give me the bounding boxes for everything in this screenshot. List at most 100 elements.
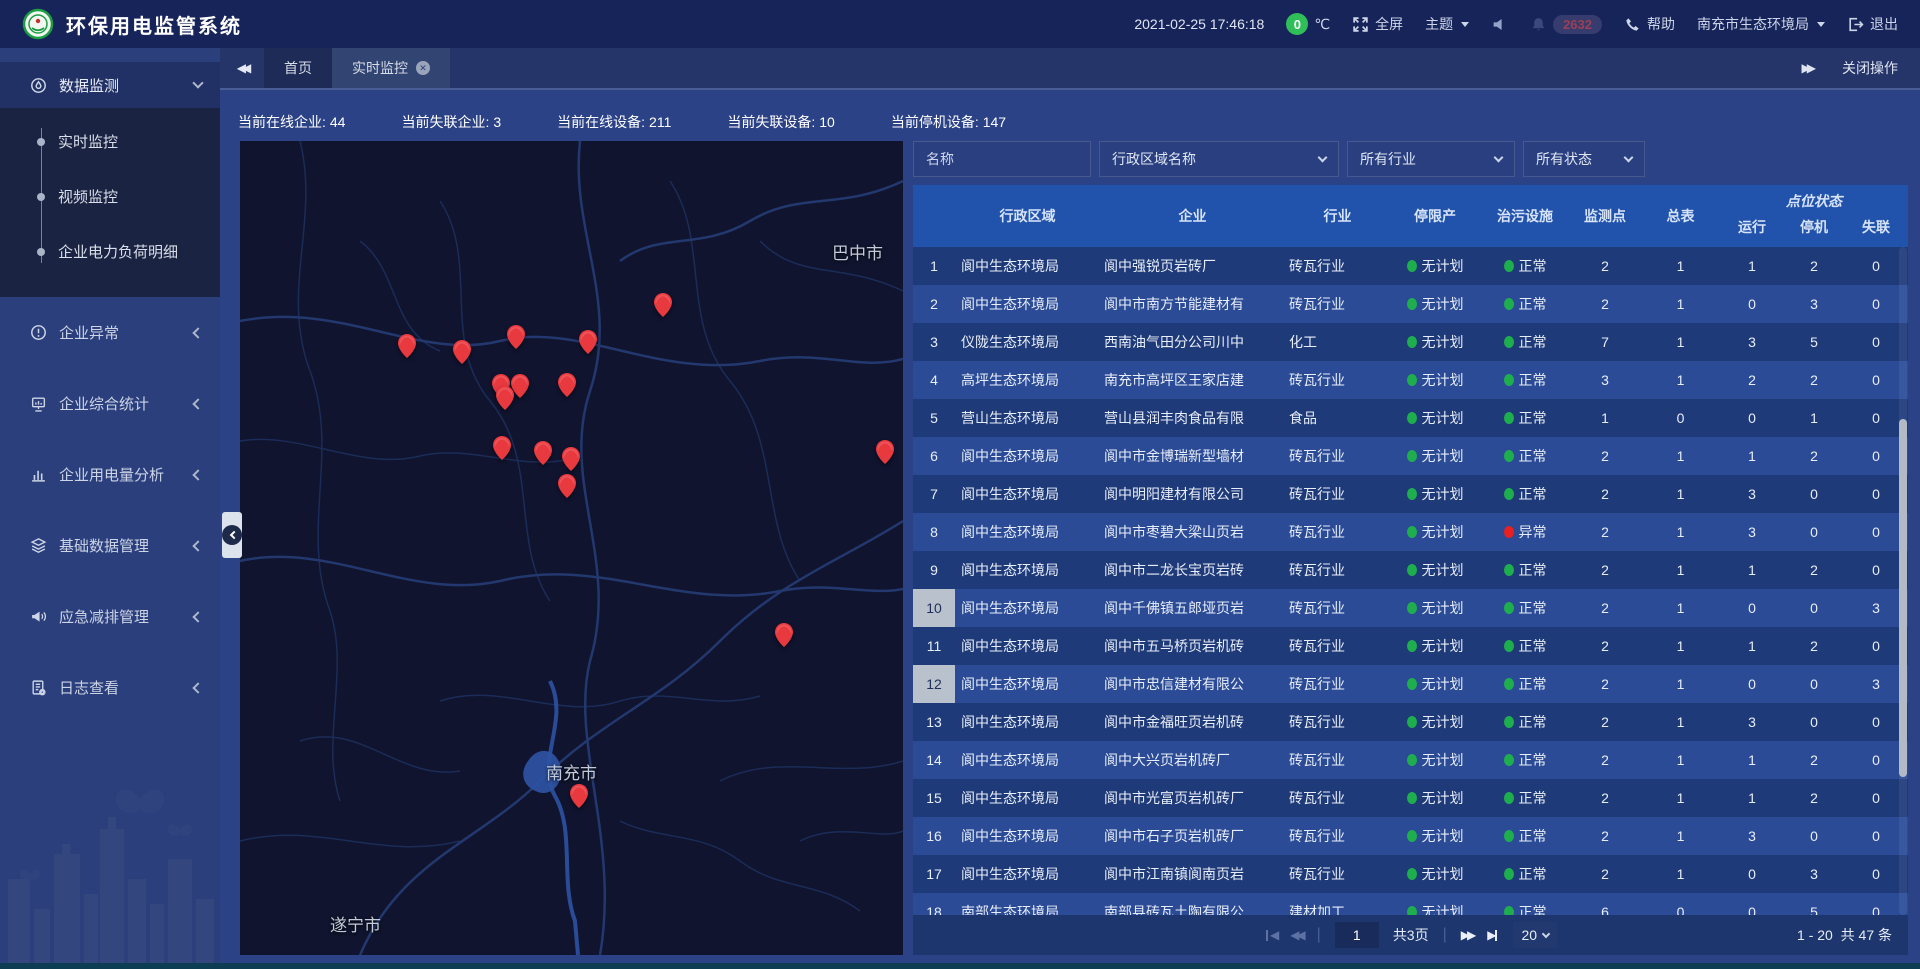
- table-row[interactable]: 1 阆中生态环境局 阆中强锐页岩砖厂 砖瓦行业 无计划 正常 2 1 1 2 0: [913, 247, 1908, 285]
- row-stopped-count: 3: [1783, 285, 1845, 323]
- row-facility-status: 正常: [1480, 589, 1570, 627]
- map-marker-pin[interactable]: [570, 784, 588, 808]
- tabs-scroll-right-button[interactable]: ▶▶: [1802, 61, 1816, 75]
- industry-filter-select[interactable]: 所有行业: [1347, 141, 1515, 177]
- table-row[interactable]: 4 高坪生态环境局 南充市高坪区王家店建 砖瓦行业 无计划 正常 3 1 2 2…: [913, 361, 1908, 399]
- table-row[interactable]: 15 阆中生态环境局 阆中市光富页岩机砖厂 砖瓦行业 无计划 正常 2 1 1 …: [913, 779, 1908, 817]
- table-row[interactable]: 11 阆中生态环境局 阆中市五马桥页岩机砖 砖瓦行业 无计划 正常 2 1 1 …: [913, 627, 1908, 665]
- sidebar-subitem-realtime-monitor[interactable]: 实时监控: [0, 114, 220, 169]
- map-marker-pin[interactable]: [398, 334, 416, 358]
- table-row[interactable]: 9 阆中生态环境局 阆中市二龙长宝页岩砖 砖瓦行业 无计划 正常 2 1 1 2…: [913, 551, 1908, 589]
- page-size-select[interactable]: 20: [1513, 922, 1557, 948]
- map-marker-pin[interactable]: [534, 441, 552, 465]
- map-marker-pin[interactable]: [453, 340, 471, 364]
- map-marker-pin[interactable]: [876, 440, 894, 464]
- row-running-count: 2: [1721, 361, 1783, 399]
- map-marker-pin[interactable]: [579, 330, 597, 354]
- region-filter-select[interactable]: 行政区域名称: [1099, 141, 1339, 177]
- row-facility-status: 正常: [1480, 817, 1570, 855]
- status-filter-select[interactable]: 所有状态: [1523, 141, 1645, 177]
- last-page-button[interactable]: ▶: [1487, 928, 1499, 942]
- row-company: 南充市高坪区王家店建: [1100, 361, 1285, 399]
- row-index: 10: [913, 589, 955, 627]
- status-dot-icon: [1407, 602, 1417, 614]
- row-industry: 砖瓦行业: [1285, 703, 1390, 741]
- map-marker-pin[interactable]: [562, 447, 580, 471]
- map-marker-pin[interactable]: [496, 386, 514, 410]
- sidebar-item-log-view[interactable]: 日志查看: [0, 652, 220, 723]
- status-dot-icon: [1407, 640, 1417, 652]
- map-marker-pin[interactable]: [507, 325, 525, 349]
- col-lost: 失联: [1845, 216, 1907, 247]
- map-marker-pin[interactable]: [558, 474, 576, 498]
- row-facility-status: 正常: [1480, 247, 1570, 285]
- sidebar-subitem-power-load-detail[interactable]: 企业电力负荷明细: [0, 224, 220, 279]
- organization-dropdown[interactable]: 南充市生态环境局: [1697, 14, 1825, 34]
- map-marker-pin[interactable]: [493, 436, 511, 460]
- table-row[interactable]: 17 阆中生态环境局 阆中市江南镇阆南页岩 砖瓦行业 无计划 正常 2 1 0 …: [913, 855, 1908, 893]
- notifications[interactable]: 2632: [1530, 15, 1602, 34]
- row-industry: 砖瓦行业: [1285, 779, 1390, 817]
- col-limit: 停限产: [1390, 185, 1480, 247]
- row-company: 西南油气田分公司川中: [1100, 323, 1285, 361]
- sidebar-subitem-video-monitor[interactable]: 视频监控: [0, 169, 220, 224]
- close-operations-button[interactable]: 关闭操作: [1842, 58, 1898, 78]
- page-number-input[interactable]: 1: [1335, 922, 1379, 948]
- table-row[interactable]: 6 阆中生态环境局 阆中市金博瑞新型墙材 砖瓦行业 无计划 正常 2 1 1 2…: [913, 437, 1908, 475]
- sidebar-item-base-data[interactable]: 基础数据管理: [0, 510, 220, 581]
- table-row[interactable]: 3 仪陇生态环境局 西南油气田分公司川中 化工 无计划 正常 7 1 3 5 0: [913, 323, 1908, 361]
- name-filter-input[interactable]: [926, 151, 1078, 167]
- col-run: 运行: [1721, 216, 1783, 247]
- table-row[interactable]: 14 阆中生态环境局 阆中大兴页岩机砖厂 砖瓦行业 无计划 正常 2 1 1 2…: [913, 741, 1908, 779]
- row-lost-count: 0: [1845, 323, 1907, 361]
- next-page-button[interactable]: ▶▶: [1461, 928, 1473, 942]
- table-row[interactable]: 10 阆中生态环境局 阆中千佛镇五郎垭页岩 砖瓦行业 无计划 正常 2 1 0 …: [913, 589, 1908, 627]
- row-total-meters: 1: [1640, 513, 1721, 551]
- name-filter[interactable]: [913, 141, 1091, 177]
- table-row[interactable]: 18 南部生态环境局 南部县砖瓦土陶有限公 建材加工 无计划 正常 6 0 0 …: [913, 893, 1908, 915]
- scrollbar-thumb[interactable]: [1899, 419, 1907, 777]
- status-dot-icon: [1407, 374, 1417, 386]
- row-lost-count: 0: [1845, 741, 1907, 779]
- table-row[interactable]: 13 阆中生态环境局 阆中市金福旺页岩机砖 砖瓦行业 无计划 正常 2 1 3 …: [913, 703, 1908, 741]
- sidebar-item-company-abnormal[interactable]: 企业异常: [0, 297, 220, 368]
- tab-close-icon[interactable]: ✕: [416, 61, 430, 75]
- row-running-count: 3: [1721, 323, 1783, 361]
- sidebar-item-power-analysis[interactable]: 企业用电量分析: [0, 439, 220, 510]
- row-total-meters: 1: [1640, 551, 1721, 589]
- col-industry: 行业: [1285, 185, 1390, 247]
- map[interactable]: 巴中市南充市遂宁市: [240, 141, 903, 955]
- row-industry: 砖瓦行业: [1285, 589, 1390, 627]
- map-marker-pin[interactable]: [654, 293, 672, 317]
- status-dot-icon: [1407, 450, 1417, 462]
- sidebar-item-data-monitor[interactable]: 数据监测: [0, 62, 220, 108]
- first-page-button[interactable]: ◀: [1264, 928, 1276, 942]
- table-row[interactable]: 2 阆中生态环境局 阆中市南方节能建材有 砖瓦行业 无计划 正常 2 1 0 3…: [913, 285, 1908, 323]
- col-facility: 治污设施: [1480, 185, 1570, 247]
- logout-button[interactable]: 退出: [1847, 14, 1898, 34]
- fullscreen-button[interactable]: 全屏: [1352, 14, 1403, 34]
- speaker-icon[interactable]: [1491, 16, 1508, 33]
- table-row[interactable]: 16 阆中生态环境局 阆中市石子页岩机砖厂 砖瓦行业 无计划 正常 2 1 3 …: [913, 817, 1908, 855]
- table-row[interactable]: 12 阆中生态环境局 阆中市忠信建材有限公 砖瓦行业 无计划 正常 2 1 0 …: [913, 665, 1908, 703]
- row-lost-count: 3: [1845, 589, 1907, 627]
- theme-dropdown[interactable]: 主题: [1425, 14, 1469, 34]
- table-row[interactable]: 5 营山生态环境局 营山县润丰肉食品有限 食品 无计划 正常 1 0 0 1 0: [913, 399, 1908, 437]
- table-row[interactable]: 8 阆中生态环境局 阆中市枣碧大梁山页岩 砖瓦行业 无计划 异常 2 1 3 0…: [913, 513, 1908, 551]
- phone-icon: [1624, 16, 1641, 33]
- help-button[interactable]: 帮助: [1624, 14, 1675, 34]
- tab-home[interactable]: 首页: [264, 48, 332, 88]
- map-marker-pin[interactable]: [558, 373, 576, 397]
- tabs-scroll-left-button[interactable]: ◀◀: [220, 48, 264, 88]
- sidebar-item-company-statistics[interactable]: 企业综合统计: [0, 368, 220, 439]
- chevron-down-icon: [1461, 22, 1469, 27]
- row-index: 2: [913, 285, 955, 323]
- map-collapse-button[interactable]: [222, 512, 242, 558]
- sidebar-item-emergency-reduction[interactable]: 应急减排管理: [0, 581, 220, 652]
- status-dot-icon: [1407, 488, 1417, 500]
- map-marker-pin[interactable]: [775, 623, 793, 647]
- bell-icon: [1530, 16, 1547, 33]
- tab-realtime-monitor[interactable]: 实时监控 ✕: [332, 48, 450, 88]
- table-row[interactable]: 7 阆中生态环境局 阆中明阳建材有限公司 砖瓦行业 无计划 正常 2 1 3 0…: [913, 475, 1908, 513]
- prev-page-button[interactable]: ◀◀: [1290, 928, 1302, 942]
